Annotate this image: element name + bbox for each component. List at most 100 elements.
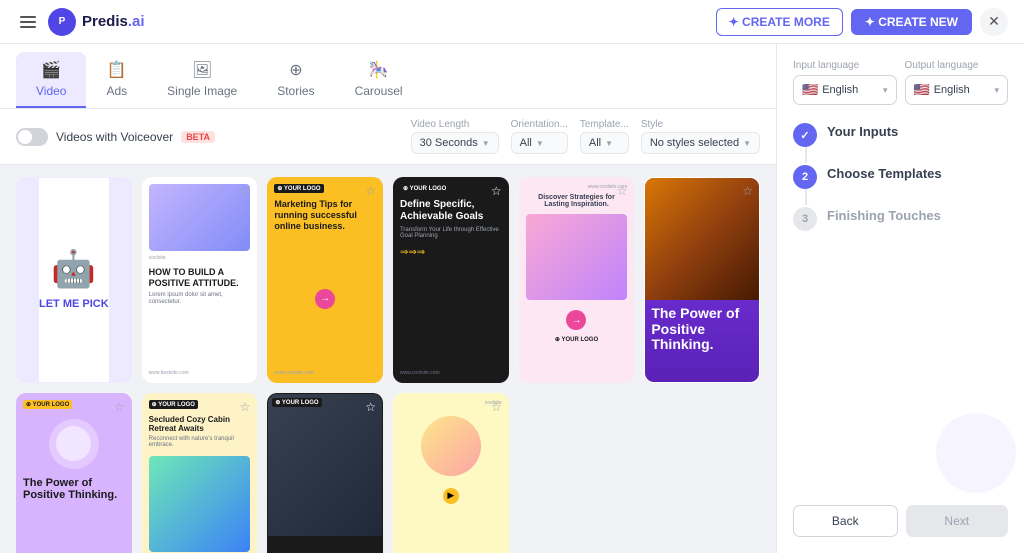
sidebar-actions: Back Next [793, 489, 1008, 537]
template-filter: Template... All ▼ [580, 119, 629, 154]
back-button[interactable]: Back [793, 505, 898, 537]
create-more-button[interactable]: ✦ CREATE MORE [716, 8, 843, 36]
let-me-pick-text: LET ME PICK [39, 298, 109, 311]
chevron-down-icon: ▼ [482, 139, 490, 148]
tab-stories[interactable]: ⊕ Stories [257, 52, 334, 108]
bookmark-icon[interactable]: ☆ [240, 184, 251, 198]
card-title: The Power of Positive Thinking. [651, 306, 753, 352]
template-card-nature[interactable]: ☆ The Power of Positive Thinking. [644, 177, 760, 383]
card-title: HOW TO BUILD A POSITIVE ATTITUDE. [149, 267, 251, 289]
image-icon: 🖼 [192, 60, 212, 80]
step-choose-templates: 2 Choose Templates [793, 163, 1008, 189]
card-image [149, 456, 251, 552]
step-3-num: 3 [793, 207, 817, 231]
chevron-down-icon: ▼ [605, 139, 613, 148]
bookmark-icon[interactable]: ☆ [365, 184, 376, 198]
template-card-attitude[interactable]: ☆ coolsite HOW TO BUILD A POSITIVE ATTIT… [142, 177, 258, 383]
chevron-down-icon: ▼ [743, 139, 751, 148]
style-select[interactable]: No styles selected ▼ [641, 132, 760, 154]
template-card-purple[interactable]: ☆ ⊕ YOUR LOGO The Power of Positive Thin… [16, 393, 132, 553]
output-lang-label: Output language [905, 60, 1009, 71]
template-card-yellow-circle[interactable]: ☆ coolsite ▶ [393, 393, 509, 553]
bookmark-icon[interactable]: ☆ [491, 400, 502, 414]
template-select[interactable]: All ▼ [580, 132, 629, 154]
video-icon: 🎬 [41, 60, 61, 80]
chevron-down-icon: ▾ [883, 85, 888, 96]
logo-badge: ⊕ YOUR LOGO [23, 400, 72, 409]
step-3-label: Finishing Touches [827, 208, 941, 223]
logo-icon: P [48, 8, 76, 36]
logo-badge: ⊕ YOUR LOGO [400, 184, 449, 193]
template-card-goals[interactable]: ☆ ⊕ YOUR LOGO Define Specific, Achievabl… [393, 177, 509, 383]
voiceover-toggle-row: Videos with Voiceover BETA [16, 128, 399, 146]
stories-icon: ⊕ [289, 60, 302, 80]
card-url: www.bestsite.com [149, 370, 251, 376]
output-lang-select[interactable]: 🇺🇸 English ▾ [905, 75, 1009, 105]
chevron-down-icon: ▾ [994, 85, 999, 96]
arrow-circle: → [315, 289, 335, 309]
bookmark-icon[interactable]: ☆ [114, 400, 125, 414]
top-bar-left: P Predis.ai [16, 8, 145, 36]
card-image [268, 394, 382, 537]
bookmark-icon[interactable]: ☆ [742, 184, 753, 198]
style-filter: Style No styles selected ▼ [641, 119, 760, 154]
robot-icon: 🤖 [51, 248, 96, 290]
flag-icon: 🇺🇸 [914, 82, 930, 98]
video-length-select[interactable]: 30 Seconds ▼ [411, 132, 499, 154]
bookmark-icon[interactable]: ☆ [491, 184, 502, 198]
card-title: Secluded Cozy Cabin Retreat Awaits [149, 415, 251, 434]
top-bar-right: ✦ CREATE MORE ✦ CREATE NEW ✕ [716, 8, 1008, 36]
beta-badge: BETA [181, 131, 215, 143]
create-new-button[interactable]: ✦ CREATE NEW [851, 9, 972, 35]
input-language-group: Input language 🇺🇸 English ▾ [793, 60, 897, 105]
play-icon: ▶ [443, 488, 459, 504]
bookmark-icon[interactable]: ☆ [365, 400, 376, 414]
logo-badge: ⊕ YOUR LOGO [274, 184, 323, 193]
voiceover-toggle[interactable] [16, 128, 48, 146]
chevron-down-icon: ▼ [536, 139, 544, 148]
logo-badge: ⊕ YOUR LOGO [149, 400, 198, 409]
card-image [526, 214, 628, 300]
input-lang-value: English [822, 84, 858, 96]
arrow-circle: → [566, 310, 586, 330]
card-body: Lorem ipsum dolor sit amet, consectetur. [149, 292, 251, 308]
hamburger-menu[interactable] [16, 12, 40, 32]
card-title: The Power of Positive Thinking. [23, 477, 125, 501]
decorative-blob [936, 413, 1016, 493]
tab-video[interactable]: 🎬 Video [16, 52, 86, 108]
tabs-bar: 🎬 Video 📋 Ads 🖼 Single Image ⊕ Stories 🎠 [0, 44, 776, 109]
logo-text: Predis.ai [82, 13, 145, 30]
left-content: 🎬 Video 📋 Ads 🖼 Single Image ⊕ Stories 🎠 [0, 44, 776, 553]
language-row: Input language 🇺🇸 English ▾ Output langu… [793, 60, 1008, 105]
top-bar: P Predis.ai ✦ CREATE MORE ✦ CREATE NEW ✕ [0, 0, 1024, 44]
template-card-discover[interactable]: ☆ www.coolsite.com Discover Strategies f… [519, 177, 635, 383]
tab-single-image[interactable]: 🖼 Single Image [147, 52, 257, 108]
step-1-label: Your Inputs [827, 124, 898, 139]
step-1-num: ✓ [793, 123, 817, 147]
filters-bar: Videos with Voiceover BETA Video Length … [0, 109, 776, 165]
card-title: Discover Strategies for Lasting Inspirat… [526, 194, 628, 208]
input-lang-select[interactable]: 🇺🇸 English ▾ [793, 75, 897, 105]
step-your-inputs: ✓ Your Inputs [793, 121, 1008, 147]
next-button[interactable]: Next [906, 505, 1009, 537]
template-card-couple[interactable]: ☆ ▶ ⊕ YOUR LOGO [267, 393, 383, 553]
template-card-cabin[interactable]: ☆ ⊕ YOUR LOGO Secluded Cozy Cabin Retrea… [142, 393, 258, 553]
template-grid: 🤖 LET ME PICK ☆ coolsite [16, 177, 760, 553]
tab-carousel[interactable]: 🎠 Carousel [335, 52, 423, 108]
step-2-num: 2 [793, 165, 817, 189]
carousel-icon: 🎠 [369, 60, 389, 80]
tab-ads[interactable]: 📋 Ads [86, 52, 147, 108]
bookmark-icon[interactable]: ☆ [617, 184, 628, 198]
template-card-marketing[interactable]: ☆ ⊕ YOUR LOGO Marketing Tips for running… [267, 177, 383, 383]
flag-icon: 🇺🇸 [802, 82, 818, 98]
let-me-pick-card[interactable]: 🤖 LET ME PICK [16, 177, 132, 383]
bookmark-icon[interactable]: ☆ [240, 400, 251, 414]
video-length-filter: Video Length 30 Seconds ▼ [411, 119, 499, 154]
card-body: Reconnect with nature's tranquil embrace… [149, 436, 251, 448]
orientation-select[interactable]: All ▼ [511, 132, 568, 154]
orientation-filter: Orientation... All ▼ [511, 119, 568, 154]
logo-badge: ⊕ YOUR LOGO [272, 398, 321, 407]
close-button[interactable]: ✕ [980, 8, 1008, 36]
card-header-image [149, 184, 251, 251]
output-language-group: Output language 🇺🇸 English ▾ [905, 60, 1009, 105]
